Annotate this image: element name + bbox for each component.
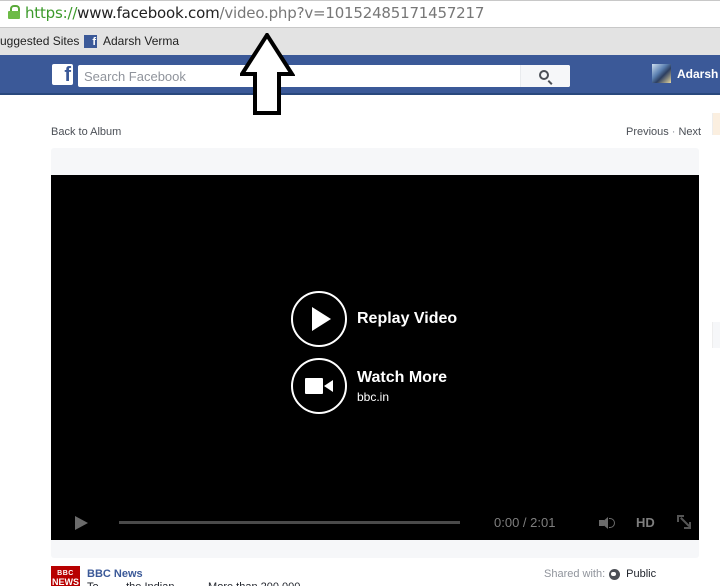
watch-more-label: Watch More [357,368,448,386]
favorites-bar: uggested Sites f Adarsh Verma [0,28,720,55]
photo-pager: Previous · Next [626,126,701,138]
url-field[interactable]: https://www.facebook.com/video.php?v=101… [8,4,484,22]
logo-glyph: f [64,64,71,85]
facebook-header: f Adarsh [0,55,720,95]
video-player[interactable]: Replay Video Watch More bbc.in 0:00 / 2:… [51,175,699,540]
search-box [78,65,570,87]
right-column-edge [712,113,720,135]
watch-more-source: bbc.in [357,389,390,404]
watch-more-circle [291,358,347,414]
lock-icon [8,5,20,19]
audience-selector[interactable]: Public [626,568,656,580]
shared-with-label: Shared with: [544,568,606,580]
annotation-up-arrow-icon [240,33,295,115]
time-display: 0:00 / 2:01 [494,515,556,530]
bbc-news-logo[interactable]: BBC NEWS [51,566,80,586]
search-icon [539,69,549,80]
progress-scrubber[interactable] [119,521,460,524]
replay-circle [291,291,347,347]
next-link[interactable]: Next [678,126,701,138]
address-bar[interactable]: https://www.facebook.com/video.php?v=101… [0,0,720,28]
globe-icon [609,568,621,580]
profile-link[interactable]: Adarsh [652,64,718,83]
favorite-adarsh-verma[interactable]: f Adarsh Verma [84,34,179,48]
fullscreen-icon[interactable] [677,515,691,529]
user-name: Adarsh [677,66,719,81]
url-path: /video.php?v=10152485171457217 [219,4,485,22]
back-to-album-link[interactable]: Back to Album [51,126,121,138]
favorite-label: Adarsh Verma [103,34,180,48]
facebook-icon: f [84,34,97,48]
video-camera-icon [305,378,333,394]
watch-more-button[interactable]: Watch More bbc.in [291,357,457,415]
facebook-logo-icon[interactable]: f [52,64,73,85]
pager-separator: · [671,126,676,138]
avatar [652,64,671,83]
replay-label: Replay Video [357,310,458,327]
favorite-suggested-sites[interactable]: uggested Sites [0,34,79,48]
end-screen: Replay Video Watch More bbc.in [291,290,457,424]
replay-video-button[interactable]: Replay Video [291,290,457,348]
previous-link[interactable]: Previous [626,126,669,138]
search-button[interactable] [520,65,570,87]
right-column-edge [712,322,720,348]
search-input[interactable] [78,65,518,87]
shared-with: Shared with: Public [544,568,656,580]
logo-bottom-text: NEWS [52,577,79,586]
video-controls: 0:00 / 2:01 HD [51,506,699,540]
volume-icon[interactable] [599,516,619,530]
url-host: www.facebook.com [77,4,220,22]
favorite-label: uggested Sites [0,34,80,48]
url-scheme: https:// [25,4,78,22]
hd-toggle[interactable]: HD [636,515,655,530]
post-caption: To ... ... the Indian ... ... . More tha… [87,581,313,586]
play-button-icon[interactable] [75,516,88,530]
play-icon [312,307,331,331]
post-author-link[interactable]: BBC News [87,568,143,580]
